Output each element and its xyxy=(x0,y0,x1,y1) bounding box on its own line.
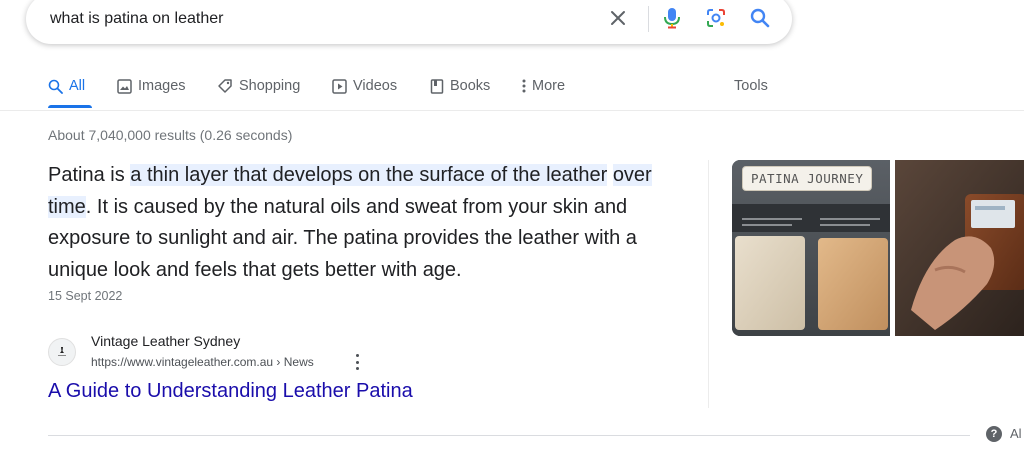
snippet-image-patina-journey[interactable]: PATINA JOURNEY xyxy=(732,160,890,336)
more-options-icon[interactable] xyxy=(352,354,362,370)
more-vert-icon xyxy=(522,79,526,93)
search-input[interactable]: what is patina on leather xyxy=(50,10,223,28)
site-favicon[interactable] xyxy=(48,338,76,366)
search-divider xyxy=(648,6,649,32)
tag-icon xyxy=(218,79,232,93)
tab-label: All xyxy=(69,78,86,94)
result-title-link[interactable]: A Guide to Understanding Leather Patina xyxy=(48,380,413,403)
lens-icon[interactable] xyxy=(704,6,728,30)
tab-all[interactable]: All xyxy=(48,78,85,94)
leather-wallet-image xyxy=(895,160,1024,336)
book-icon xyxy=(430,78,444,94)
search-icon xyxy=(48,79,63,94)
image-caption: PATINA JOURNEY xyxy=(742,166,873,191)
snippet-lead: Patina is xyxy=(48,164,131,186)
close-icon[interactable] xyxy=(606,6,630,30)
help-text[interactable]: Al xyxy=(1010,426,1022,441)
tab-label: Videos xyxy=(353,78,398,94)
tab-label: More xyxy=(532,78,566,94)
site-name[interactable]: Vintage Leather Sydney xyxy=(91,333,240,349)
play-icon xyxy=(332,78,347,94)
tabs-divider xyxy=(0,110,1024,111)
site-url[interactable]: https://www.vintageleather.com.au › News xyxy=(91,355,314,369)
search-tabs: All Images Shopping Videos Books More To… xyxy=(0,68,1024,108)
tab-books[interactable]: Books xyxy=(430,78,490,94)
snippet-image-wallet[interactable] xyxy=(895,160,1024,336)
tab-images[interactable]: Images xyxy=(117,78,186,94)
tab-videos[interactable]: Videos xyxy=(332,78,397,94)
mic-icon[interactable] xyxy=(660,6,684,30)
featured-snippet-text: Patina is a thin layer that develops on … xyxy=(48,160,688,286)
footer-divider xyxy=(48,435,970,436)
tools-button[interactable]: Tools xyxy=(734,78,768,94)
result-stats: About 7,040,000 results (0.26 seconds) xyxy=(48,127,293,143)
help-icon[interactable]: ? xyxy=(986,426,1002,442)
tab-label: Books xyxy=(450,78,491,94)
search-icon[interactable] xyxy=(748,6,772,30)
tab-label: Shopping xyxy=(239,78,301,94)
column-divider xyxy=(708,160,709,408)
tab-label: Images xyxy=(138,78,186,94)
search-bar: what is patina on leather xyxy=(26,0,792,44)
tab-more[interactable]: More xyxy=(522,78,565,94)
site-logo-icon xyxy=(58,347,66,356)
tab-shopping[interactable]: Shopping xyxy=(217,78,300,94)
active-tab-indicator xyxy=(48,105,92,108)
snippet-rest: . It is caused by the natural oils and s… xyxy=(48,195,637,281)
snippet-date: 15 Sept 2022 xyxy=(48,289,123,303)
image-icon xyxy=(117,78,132,94)
snippet-highlight: a thin layer that develops on the surfac… xyxy=(130,164,608,186)
